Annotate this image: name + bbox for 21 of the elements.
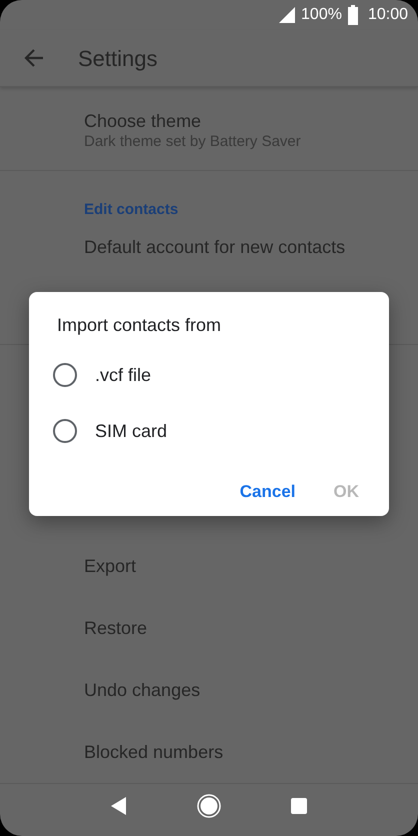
setting-title[interactable]: Export [84,554,136,577]
setting-title[interactable]: Restore [84,616,148,639]
toolbar-title: Settings [78,44,158,73]
recents-nav-icon[interactable] [291,798,307,814]
back-nav-icon[interactable] [111,796,127,815]
cancel-button[interactable]: Cancel [224,471,312,512]
home-nav-icon[interactable] [197,794,221,818]
dialog-title: Import contacts from [57,314,222,337]
clock: 10:00 [368,5,408,26]
battery-icon [348,5,358,26]
setting-title[interactable]: Default account for new contacts [84,236,418,258]
radio-button[interactable] [53,419,77,443]
option-label: .vcf file [95,364,152,386]
setting-title[interactable]: Blocked numbers [84,740,224,763]
signal-icon [279,7,296,24]
option-label: SIM card [95,420,168,442]
setting-title[interactable]: Undo changes [84,678,200,701]
section-header: Edit contacts [84,200,180,220]
setting-title[interactable]: Choose theme [84,110,418,132]
battery-percentage: 100% [301,5,342,26]
radio-button[interactable] [53,363,77,387]
